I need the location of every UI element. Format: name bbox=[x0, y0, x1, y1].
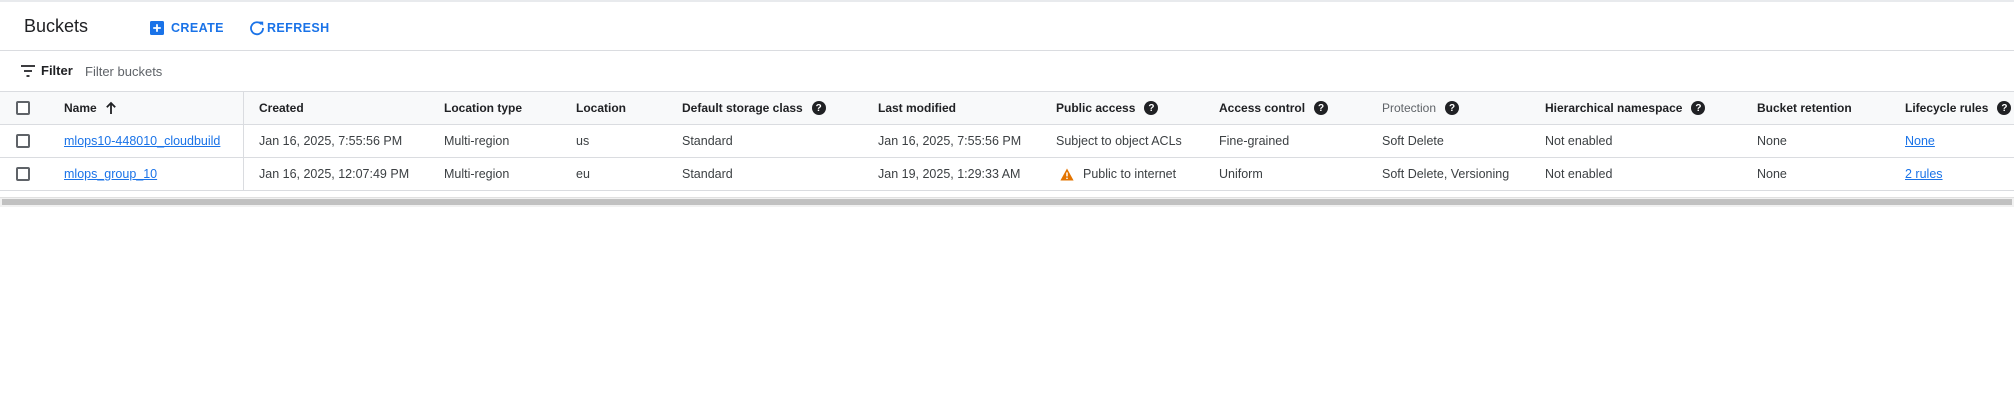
row-checkbox[interactable] bbox=[16, 134, 30, 148]
table-header-row: Name Created Location type Location Defa… bbox=[0, 92, 2014, 125]
row-checkbox[interactable] bbox=[16, 167, 30, 181]
column-header-location-type-label: Location type bbox=[444, 101, 523, 115]
create-button[interactable]: CREATE bbox=[149, 18, 224, 38]
help-icon[interactable]: ? bbox=[1144, 101, 1159, 115]
warning-icon bbox=[1060, 168, 1074, 180]
hierarchical-namespace-cell: Not enabled bbox=[1545, 167, 1613, 181]
created-cell: Jan 16, 2025, 7:55:56 PM bbox=[259, 134, 403, 148]
column-header-public-access[interactable]: Public access ? bbox=[1056, 92, 1159, 124]
arrow-up-icon bbox=[105, 101, 116, 114]
help-icon[interactable]: ? bbox=[1445, 101, 1460, 115]
storage-class-cell: Standard bbox=[682, 167, 733, 181]
column-header-location[interactable]: Location bbox=[576, 92, 626, 124]
public-access-text: Public to internet bbox=[1083, 167, 1177, 181]
lifecycle-rules-cell: None bbox=[1905, 125, 1935, 157]
storage-class-cell: Standard bbox=[682, 134, 733, 148]
column-header-location-label: Location bbox=[576, 101, 626, 115]
location-cell: eu bbox=[576, 167, 590, 181]
bucket-name-link[interactable]: mlops10-448010_cloudbuild bbox=[64, 134, 220, 148]
refresh-icon bbox=[250, 21, 264, 36]
horizontal-scrollbar[interactable] bbox=[0, 197, 2014, 207]
public-access-cell: Subject to object ACLs bbox=[1056, 134, 1182, 148]
table-row: mlops10-448010_cloudbuild Jan 16, 2025, … bbox=[0, 125, 2014, 158]
last-modified-cell: Jan 19, 2025, 1:29:33 AM bbox=[878, 167, 1021, 181]
access-control-cell: Uniform bbox=[1219, 167, 1263, 181]
sticky-column-divider bbox=[243, 92, 244, 190]
column-header-protection: Protection ? bbox=[1382, 92, 1460, 124]
table-row: mlops_group_10 Jan 16, 2025, 12:07:49 PM… bbox=[0, 158, 2014, 191]
refresh-button-label: REFRESH bbox=[267, 21, 330, 35]
created-cell: Jan 16, 2025, 12:07:49 PM bbox=[259, 167, 410, 181]
help-icon[interactable]: ? bbox=[811, 101, 826, 115]
column-header-hierarchical-namespace[interactable]: Hierarchical namespace ? bbox=[1545, 92, 1706, 124]
lifecycle-rules-cell: 2 rules bbox=[1905, 158, 1943, 190]
column-header-name[interactable]: Name bbox=[64, 92, 117, 124]
column-header-bucket-retention-label: Bucket retention bbox=[1757, 101, 1852, 115]
create-button-label: CREATE bbox=[171, 21, 224, 35]
location-cell: us bbox=[576, 134, 590, 148]
column-header-location-type[interactable]: Location type bbox=[444, 92, 522, 124]
bucket-name-cell: mlops10-448010_cloudbuild bbox=[64, 125, 220, 157]
filter-input[interactable] bbox=[83, 57, 587, 85]
lifecycle-rules-link[interactable]: 2 rules bbox=[1905, 167, 1943, 181]
bucket-name-cell: mlops_group_10 bbox=[64, 158, 157, 190]
public-access-cell: Public to internet bbox=[1060, 158, 1176, 190]
column-header-hierarchical-namespace-label: Hierarchical namespace bbox=[1545, 101, 1683, 115]
column-header-lifecycle-rules[interactable]: Lifecycle rules ? bbox=[1905, 92, 2012, 124]
help-icon[interactable]: ? bbox=[1691, 101, 1706, 115]
protection-cell: Soft Delete bbox=[1382, 134, 1444, 148]
refresh-button[interactable]: REFRESH bbox=[249, 18, 330, 38]
filter-label[interactable]: Filter bbox=[41, 63, 73, 78]
column-header-bucket-retention[interactable]: Bucket retention bbox=[1757, 92, 1852, 124]
column-header-public-access-label: Public access bbox=[1056, 101, 1136, 115]
location-type-cell: Multi-region bbox=[444, 167, 510, 181]
bucket-name-link[interactable]: mlops_group_10 bbox=[64, 167, 157, 181]
bucket-retention-cell: None bbox=[1757, 167, 1787, 181]
column-header-protection-label: Protection bbox=[1382, 101, 1437, 115]
column-header-last-modified[interactable]: Last modified bbox=[878, 92, 956, 124]
column-header-storage-class[interactable]: Default storage class ? bbox=[682, 92, 826, 124]
bucket-retention-cell: None bbox=[1757, 134, 1787, 148]
scrollbar-thumb[interactable] bbox=[2, 199, 2012, 205]
page-header: Buckets CREATE REFRESH bbox=[0, 2, 2014, 51]
row-checkbox-cell bbox=[16, 158, 30, 190]
select-all-cell bbox=[16, 92, 30, 124]
filter-bar: Filter bbox=[0, 51, 2014, 92]
hierarchical-namespace-cell: Not enabled bbox=[1545, 134, 1613, 148]
access-control-cell: Fine-grained bbox=[1219, 134, 1290, 148]
column-header-access-control-label: Access control bbox=[1219, 101, 1306, 115]
column-header-name-label: Name bbox=[64, 101, 97, 115]
column-header-created-label: Created bbox=[259, 101, 304, 115]
column-header-created[interactable]: Created bbox=[259, 92, 304, 124]
row-checkbox-cell bbox=[16, 125, 30, 157]
location-type-cell: Multi-region bbox=[444, 134, 510, 148]
lifecycle-rules-link[interactable]: None bbox=[1905, 134, 1935, 148]
column-header-lifecycle-rules-label: Lifecycle rules bbox=[1905, 101, 1989, 115]
column-header-storage-class-label: Default storage class bbox=[682, 101, 803, 115]
page-title: Buckets bbox=[24, 16, 89, 36]
column-header-access-control[interactable]: Access control ? bbox=[1219, 92, 1329, 124]
protection-cell: Soft Delete, Versioning bbox=[1382, 167, 1510, 181]
select-all-checkbox[interactable] bbox=[16, 101, 30, 115]
help-icon[interactable]: ? bbox=[1997, 101, 2012, 115]
last-modified-cell: Jan 16, 2025, 7:55:56 PM bbox=[878, 134, 1022, 148]
filter-list-icon[interactable] bbox=[20, 64, 36, 78]
help-icon[interactable]: ? bbox=[1314, 101, 1329, 115]
column-header-last-modified-label: Last modified bbox=[878, 101, 957, 115]
add-box-icon bbox=[150, 21, 164, 35]
